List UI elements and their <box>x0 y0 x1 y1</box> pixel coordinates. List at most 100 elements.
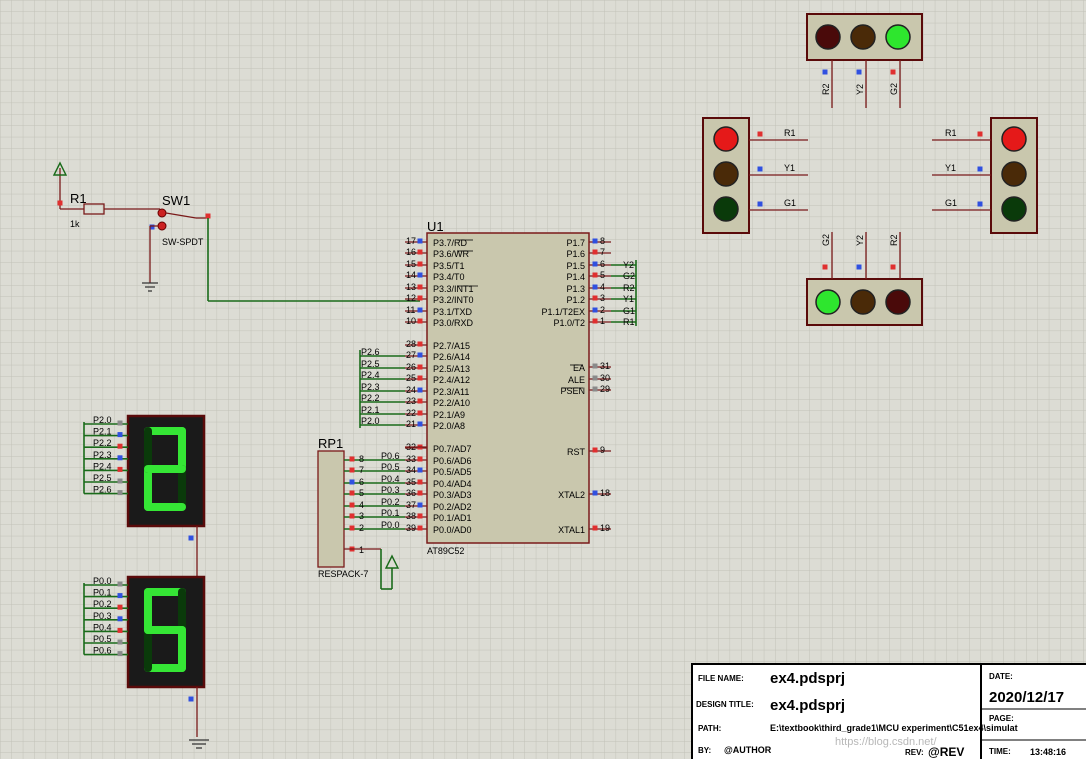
rev-label: REV: <box>905 748 924 757</box>
display-top-net-label: P2.2 <box>93 438 112 448</box>
light-east-pin-marker <box>977 166 983 172</box>
u1-pin-marker <box>417 467 423 473</box>
display-bottom-net-label: P0.4 <box>93 622 112 632</box>
light-south-net-label: R2 <box>889 234 899 246</box>
light-west-pin-marker <box>757 166 763 172</box>
sw1-terminal[interactable] <box>157 221 167 231</box>
light-west-lamp-yellow <box>713 161 739 187</box>
u1-pin-label: RST <box>567 447 586 457</box>
p2-net-label: P2.1 <box>361 405 380 415</box>
u1-pin-number: 23 <box>406 396 416 406</box>
file-name-label: FILE NAME: <box>698 674 744 683</box>
rp1-pin-number: 1 <box>359 545 364 555</box>
u1-ref: U1 <box>427 219 444 234</box>
light-south-lamp-green <box>815 289 841 315</box>
u1-pin-label: P3.5/T1 <box>433 261 465 271</box>
light-south-pin-marker <box>822 264 828 270</box>
u1-pin-label: P3.2/INT0 <box>433 295 474 305</box>
light-south-pin-marker <box>856 264 862 270</box>
u1-pin-label: P0.1/AD1 <box>433 513 472 523</box>
sw1-terminal[interactable] <box>157 208 167 218</box>
u1-pin-number: 2 <box>600 305 605 315</box>
u1-pin-label: XTAL2 <box>558 490 585 500</box>
page-label: PAGE: <box>989 714 1014 723</box>
light-north-lamp-red <box>815 24 841 50</box>
display-bottom-net-label: P0.5 <box>93 634 112 644</box>
light-south-pin-marker <box>890 264 896 270</box>
rp1-pin-marker <box>349 456 355 462</box>
rp1-pin-marker <box>349 525 355 531</box>
rp1-ref: RP1 <box>318 436 343 451</box>
u1-pin-label: P1.6 <box>566 249 585 259</box>
light-north-net-label: R2 <box>821 83 831 95</box>
u1-pin-marker <box>417 456 423 462</box>
u1-pin-number: 37 <box>406 500 416 510</box>
u1-pin-number: 16 <box>406 247 416 257</box>
light-south-net-label: G2 <box>821 234 831 246</box>
p1-net-label: Y1 <box>623 294 634 304</box>
u1-pin-marker <box>592 261 598 267</box>
rp1-pin-marker <box>349 513 355 519</box>
u1-pin-marker <box>592 447 598 453</box>
u1-pin-number: 4 <box>600 282 605 292</box>
u1-pin-marker <box>417 295 423 301</box>
u1-pin-number: 24 <box>406 385 416 395</box>
u1-pin-label: P2.3/A11 <box>433 387 469 397</box>
p0-net-label: P0.3 <box>381 485 400 495</box>
design-title-label: DESIGN TITLE: <box>696 700 754 709</box>
title-block: FILE NAME: ex4.pdsprj DESIGN TITLE: ex4.pds… <box>691 663 1086 759</box>
rp1-pin-marker <box>349 490 355 496</box>
u1-pin-label: P2.4/A12 <box>433 375 470 385</box>
u1-pin-label: PSEN <box>560 386 585 396</box>
u1-pin-number: 21 <box>406 419 416 429</box>
light-south-net-label: Y2 <box>855 235 865 246</box>
u1-pin-number: 7 <box>600 247 605 257</box>
rp1-pin-number: 5 <box>359 488 364 498</box>
rp1-pin-number: 8 <box>359 454 364 464</box>
p1-net-label: G1 <box>623 306 635 316</box>
display-top-net-label: P2.0 <box>93 415 112 425</box>
u1-pin-marker <box>592 490 598 496</box>
u1-pin-marker <box>417 364 423 370</box>
display-bottom-net-label: P0.1 <box>93 588 112 598</box>
path-label: PATH: <box>698 724 721 733</box>
u1-pin-marker <box>417 238 423 244</box>
sw1-type: SW-SPDT <box>162 237 204 247</box>
rp1-body[interactable] <box>317 450 345 568</box>
display-bottom-pin-marker <box>188 696 194 702</box>
display-bottom-pin-marker <box>117 581 123 587</box>
u1-pin-number: 1 <box>600 316 605 326</box>
u1-pin-marker <box>417 525 423 531</box>
u1-pin-number: 12 <box>406 293 416 303</box>
u1-pin-number: 18 <box>600 488 610 498</box>
light-east-pin-marker <box>977 131 983 137</box>
date-label: DATE: <box>989 672 1013 681</box>
p2-net-label: P2.2 <box>361 393 380 403</box>
rp1-pin-marker <box>349 467 355 473</box>
display-top-pin-marker <box>117 432 123 438</box>
display-top-pin-marker <box>117 490 123 496</box>
rp1-pin-number: 7 <box>359 465 364 475</box>
display-bottom-net-label: P0.6 <box>93 646 112 656</box>
rp1-pin-number: 4 <box>359 500 364 510</box>
u1-pin-label: P2.7/A15 <box>433 341 470 351</box>
light-north-pin-marker <box>890 69 896 75</box>
schematic-canvas[interactable]: R11kSW1SW-SPDTU1AT89C5217 P3.7/RD16 P3.6/W… <box>0 0 1086 759</box>
p1-net-label: G2 <box>623 271 635 281</box>
u1-pin-label: P3.0/RXD <box>433 318 474 328</box>
u1-pin-number: 15 <box>406 259 416 269</box>
light-east-net-label: G1 <box>945 198 957 208</box>
u1-pin-number: 19 <box>600 523 610 533</box>
u1-pin-number: 22 <box>406 408 416 418</box>
rp1-pin-number: 3 <box>359 511 364 521</box>
u1-pin-number: 38 <box>406 511 416 521</box>
light-north-net-label: G2 <box>889 83 899 95</box>
u1-pin-label: P1.5 <box>566 261 585 271</box>
u1-pin-marker <box>417 352 423 358</box>
u1-pin-label: P3.1/TXD <box>433 307 473 317</box>
u1-pin-number: 5 <box>600 270 605 280</box>
u1-pin-marker <box>592 284 598 290</box>
light-west-pin-marker <box>757 131 763 137</box>
light-north-net-label: Y2 <box>855 84 865 95</box>
light-west-lamp-red <box>713 126 739 152</box>
